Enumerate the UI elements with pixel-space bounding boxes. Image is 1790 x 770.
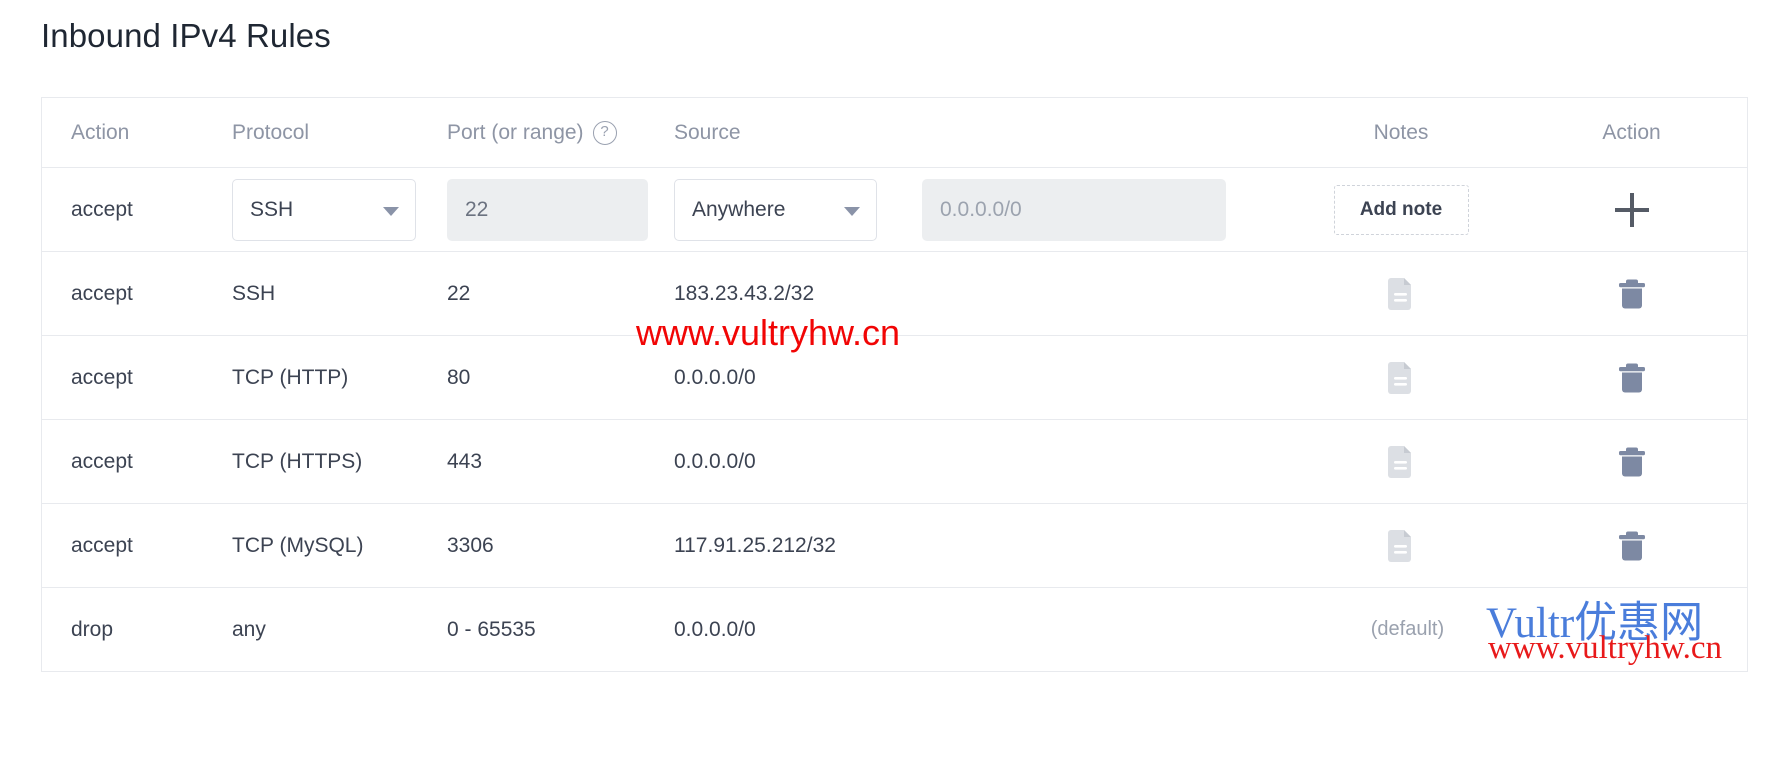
row-action: accept bbox=[71, 281, 133, 305]
row-action: accept bbox=[71, 449, 133, 473]
plus-icon[interactable] bbox=[1614, 192, 1649, 227]
cidr-input-value: 0.0.0.0/0 bbox=[940, 197, 1022, 221]
row-default-tag: (default) bbox=[1370, 618, 1445, 640]
column-header-notes: Notes bbox=[1373, 120, 1429, 144]
row-action-cell bbox=[1516, 446, 1747, 478]
watermark-center: www.vultryhw.cn bbox=[636, 312, 901, 353]
row-notes-cell bbox=[1286, 445, 1516, 478]
row-action-cell bbox=[1516, 530, 1747, 562]
note-document-icon[interactable] bbox=[1388, 529, 1414, 562]
row-protocol: TCP (HTTP) bbox=[232, 365, 349, 389]
row-notes-cell bbox=[1286, 529, 1516, 562]
column-header-action2: Action bbox=[1602, 120, 1661, 144]
protocol-select[interactable]: SSH bbox=[232, 178, 416, 241]
trash-icon[interactable] bbox=[1618, 446, 1646, 478]
table-row: accept TCP (HTTPS) 443 0.0.0.0/0 bbox=[42, 420, 1747, 504]
column-header-source: Source bbox=[674, 120, 741, 144]
chevron-down-icon bbox=[844, 206, 860, 216]
page-title: Inbound IPv4 Rules bbox=[41, 17, 331, 54]
table-row: accept TCP (MySQL) 3306 117.91.25.212/32 bbox=[42, 504, 1747, 588]
help-circle-icon[interactable] bbox=[592, 120, 617, 145]
row-source: 0.0.0.0/0 bbox=[674, 365, 756, 389]
new-rule-source-cell: Anywhere 0.0.0.0/0 bbox=[674, 178, 1286, 241]
new-rule-protocol-cell: SSH bbox=[232, 178, 447, 241]
row-source-cell: 0.0.0.0/0 bbox=[674, 450, 1286, 474]
row-notes-cell bbox=[1286, 361, 1516, 394]
table-header-row: Action Protocol Port (or range) Source N… bbox=[42, 98, 1747, 168]
row-source-cell: 117.91.25.212/32 bbox=[674, 534, 1286, 558]
row-source: 117.91.25.212/32 bbox=[674, 533, 836, 557]
port-input[interactable]: 22 bbox=[447, 178, 648, 241]
protocol-select-value: SSH bbox=[250, 197, 294, 221]
inbound-rules-page: Inbound IPv4 Rules Action Protocol Port … bbox=[0, 0, 1790, 770]
row-protocol: SSH bbox=[232, 281, 276, 305]
trash-icon[interactable] bbox=[1618, 530, 1646, 562]
new-rule-action-cell bbox=[1516, 192, 1747, 227]
column-header-port: Port (or range) bbox=[447, 120, 674, 145]
row-action: accept bbox=[71, 533, 133, 557]
new-rule-action-label: accept bbox=[71, 197, 133, 221]
row-port: 3306 bbox=[447, 533, 494, 557]
row-port: 443 bbox=[447, 449, 483, 473]
trash-icon[interactable] bbox=[1618, 278, 1646, 310]
column-header-action: Action bbox=[71, 120, 130, 144]
inbound-rules-table: Action Protocol Port (or range) Source N… bbox=[41, 97, 1748, 672]
chevron-down-icon bbox=[383, 206, 399, 216]
row-source-cell: 0.0.0.0/0 (default) bbox=[674, 617, 1444, 642]
source-select[interactable]: Anywhere bbox=[674, 178, 877, 241]
row-source: 0.0.0.0/0 bbox=[674, 617, 756, 641]
source-select-value: Anywhere bbox=[692, 197, 786, 221]
new-rule-port-cell: 22 bbox=[447, 178, 674, 241]
row-action-cell bbox=[1516, 278, 1747, 310]
column-header-port-label: Port (or range) bbox=[447, 120, 584, 144]
row-protocol: TCP (MySQL) bbox=[232, 533, 364, 557]
note-document-icon[interactable] bbox=[1388, 445, 1414, 478]
add-note-button[interactable]: Add note bbox=[1333, 184, 1469, 235]
note-document-icon[interactable] bbox=[1388, 361, 1414, 394]
row-source: 0.0.0.0/0 bbox=[674, 449, 756, 473]
row-action: drop bbox=[71, 617, 114, 641]
row-source-cell: 183.23.43.2/32 bbox=[674, 282, 1286, 306]
port-input-value: 22 bbox=[465, 197, 489, 221]
row-source-cell: 0.0.0.0/0 bbox=[674, 366, 1286, 390]
row-action-cell bbox=[1516, 362, 1747, 394]
trash-icon[interactable] bbox=[1618, 362, 1646, 394]
column-header-protocol: Protocol bbox=[232, 120, 310, 144]
row-notes-cell bbox=[1286, 277, 1516, 310]
row-protocol: any bbox=[232, 617, 266, 641]
row-protocol: TCP (HTTPS) bbox=[232, 449, 363, 473]
watermark-url: www.vultryhw.cn bbox=[1488, 630, 1723, 666]
note-document-icon[interactable] bbox=[1388, 277, 1414, 310]
row-port: 80 bbox=[447, 365, 471, 389]
new-rule-notes-cell: Add note bbox=[1286, 184, 1516, 235]
cidr-input[interactable]: 0.0.0.0/0 bbox=[922, 178, 1226, 241]
row-action: accept bbox=[71, 365, 133, 389]
new-rule-row: accept SSH 22 Anywhere 0.0.0.0/0 Add not… bbox=[42, 168, 1747, 252]
row-port: 0 - 65535 bbox=[447, 617, 536, 641]
row-port: 22 bbox=[447, 281, 471, 305]
row-source: 183.23.43.2/32 bbox=[674, 281, 815, 305]
